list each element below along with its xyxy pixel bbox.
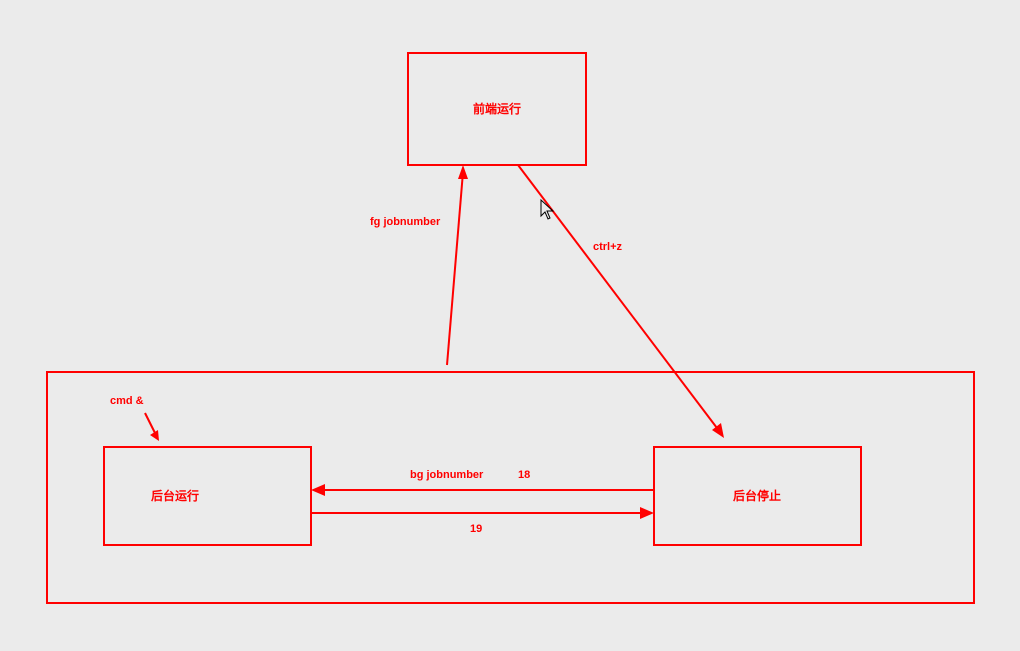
label-ctrl-z: ctrl+z [593,241,623,253]
label-eighteen: 18 [518,469,530,481]
arrow-cmd-amp [145,413,159,441]
label-cmd-amp: cmd & [110,395,144,407]
arrow-nineteen [311,507,654,519]
node-bg-stopped-label: 后台停止 [733,488,781,503]
node-foreground-label: 前端运行 [473,101,521,116]
node-bg-running [104,447,311,545]
arrow-bg-jobnumber [311,484,654,496]
node-bg-running-label: 后台运行 [151,488,199,503]
label-bg-jobnumber: bg jobnumber [410,469,484,481]
diagram-canvas: 前端运行 后台运行 后台停止 fg jobnumber ctrl+z cmd &… [0,0,1020,651]
background-container [47,372,974,603]
arrow-ctrl-z [518,165,724,438]
label-nineteen: 19 [470,523,482,535]
arrow-fg-jobnumber [447,165,468,365]
label-fg-jobnumber: fg jobnumber [370,216,441,228]
